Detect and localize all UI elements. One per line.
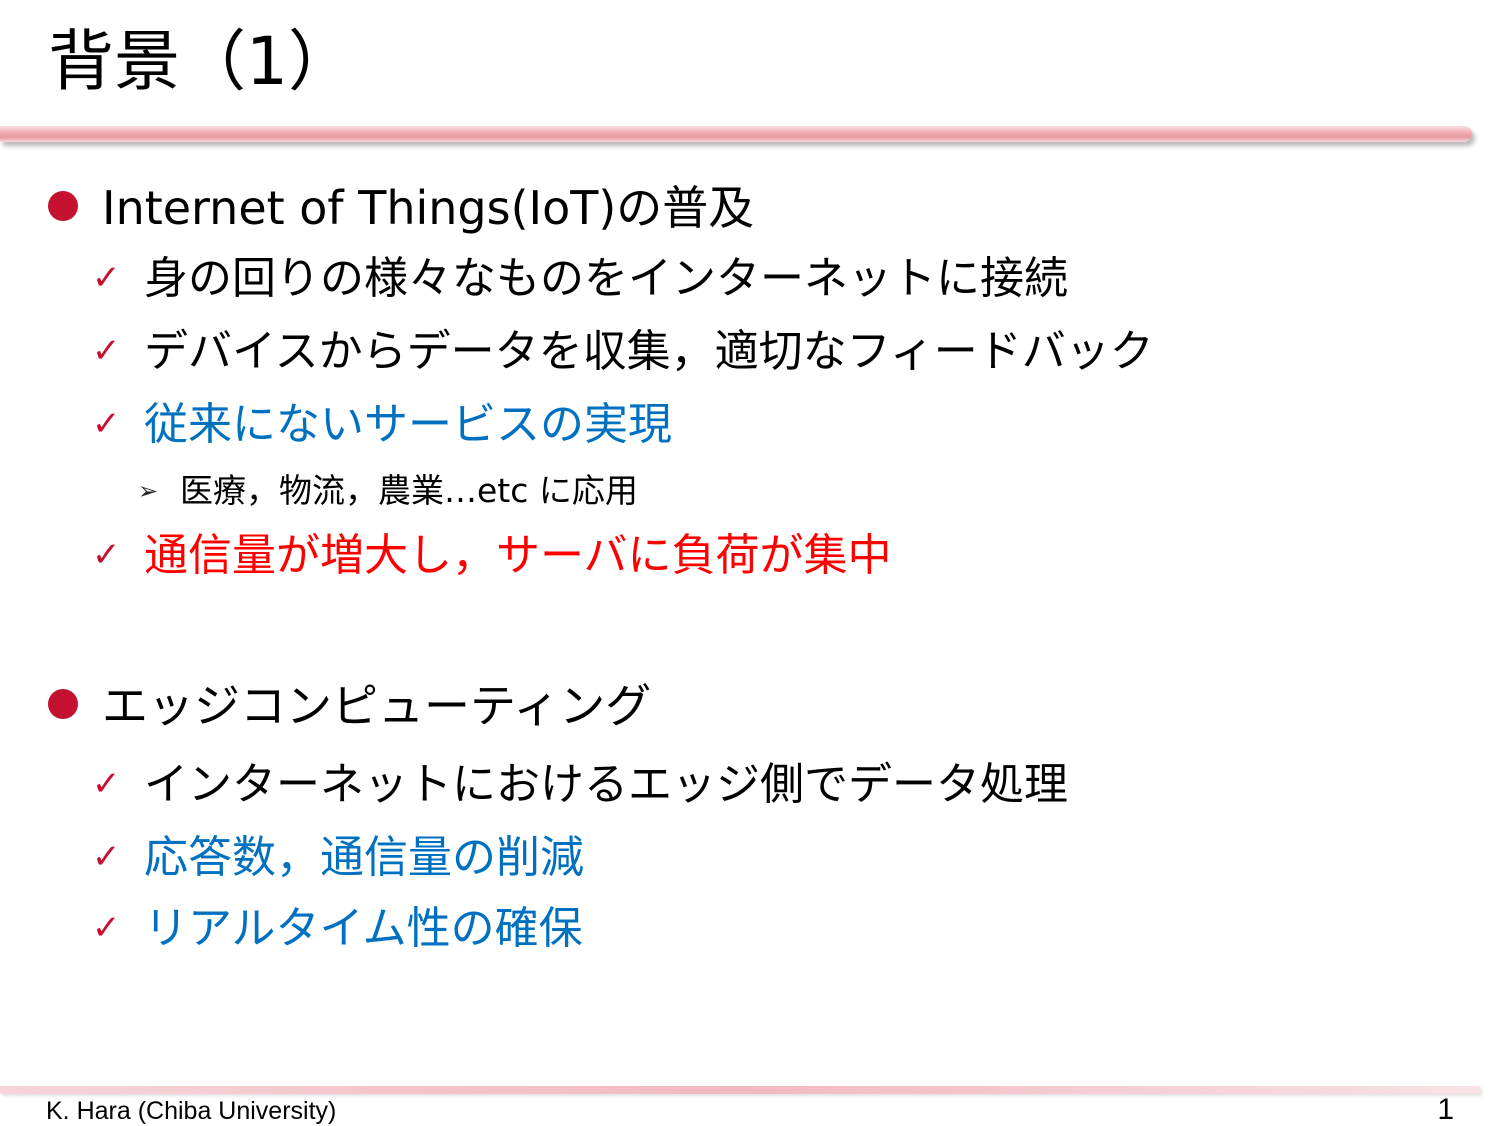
- list-item: ✓ 応答数，通信量の削減: [92, 829, 584, 890]
- list-item: ✓ リアルタイム性の確保: [92, 900, 583, 961]
- list-item-text: 応答数，通信量の削減: [144, 832, 584, 883]
- section-heading-iot: Internet of Things(IoT)の普及: [48, 178, 754, 238]
- bullet-dot-icon: [48, 688, 78, 719]
- page-number: 1: [1437, 1093, 1454, 1126]
- sub-list-item: ➢ 医療，物流，農業…etc に応用: [138, 469, 638, 516]
- list-item: ✓ 身の回りの様々なものをインターネットに接続: [92, 250, 1068, 311]
- list-item: ✓ 通信量が増大し，サーバに負荷が集中: [92, 527, 892, 588]
- check-mark-icon: ✓: [92, 764, 121, 804]
- bullet-dot-icon: [48, 190, 78, 221]
- check-mark-icon: ✓: [92, 535, 121, 575]
- footer-divider: [0, 1086, 1480, 1094]
- check-mark-icon: ✓: [92, 331, 121, 371]
- section-heading-text: エッジコンピューティング: [102, 679, 652, 733]
- footer-author: K. Hara (Chiba University): [46, 1097, 337, 1125]
- list-item-text: 身の回りの様々なものをインターネットに接続: [144, 253, 1068, 304]
- list-item-text: デバイスからデータを収集，適切なフィードバック: [144, 326, 1154, 377]
- section-heading-text: Internet of Things(IoT)の普及: [102, 181, 755, 235]
- list-item: ✓ インターネットにおけるエッジ側でデータ処理: [92, 756, 1068, 817]
- arrow-right-icon: ➢: [138, 477, 159, 505]
- list-item: ✓ 従来にないサービスの実現: [92, 396, 672, 457]
- check-mark-icon: ✓: [92, 258, 121, 298]
- list-item: ✓ デバイスからデータを収集，適切なフィードバック: [92, 323, 1154, 384]
- check-mark-icon: ✓: [92, 908, 121, 948]
- list-item-text: リアルタイム性の確保: [144, 903, 583, 954]
- sub-list-item-text: 医療，物流，農業…etc に応用: [180, 471, 638, 510]
- slide-content: Internet of Things(IoT)の普及 ✓ 身の回りの様々なものをイ…: [0, 0, 1500, 1125]
- section-heading-edge: エッジコンピューティング: [48, 676, 651, 736]
- list-item-text: インターネットにおけるエッジ側でデータ処理: [144, 759, 1068, 810]
- list-item-text: 通信量が増大し，サーバに負荷が集中: [144, 530, 892, 581]
- list-item-text: 従来にないサービスの実現: [144, 399, 672, 450]
- check-mark-icon: ✓: [92, 404, 121, 444]
- check-mark-icon: ✓: [92, 837, 121, 877]
